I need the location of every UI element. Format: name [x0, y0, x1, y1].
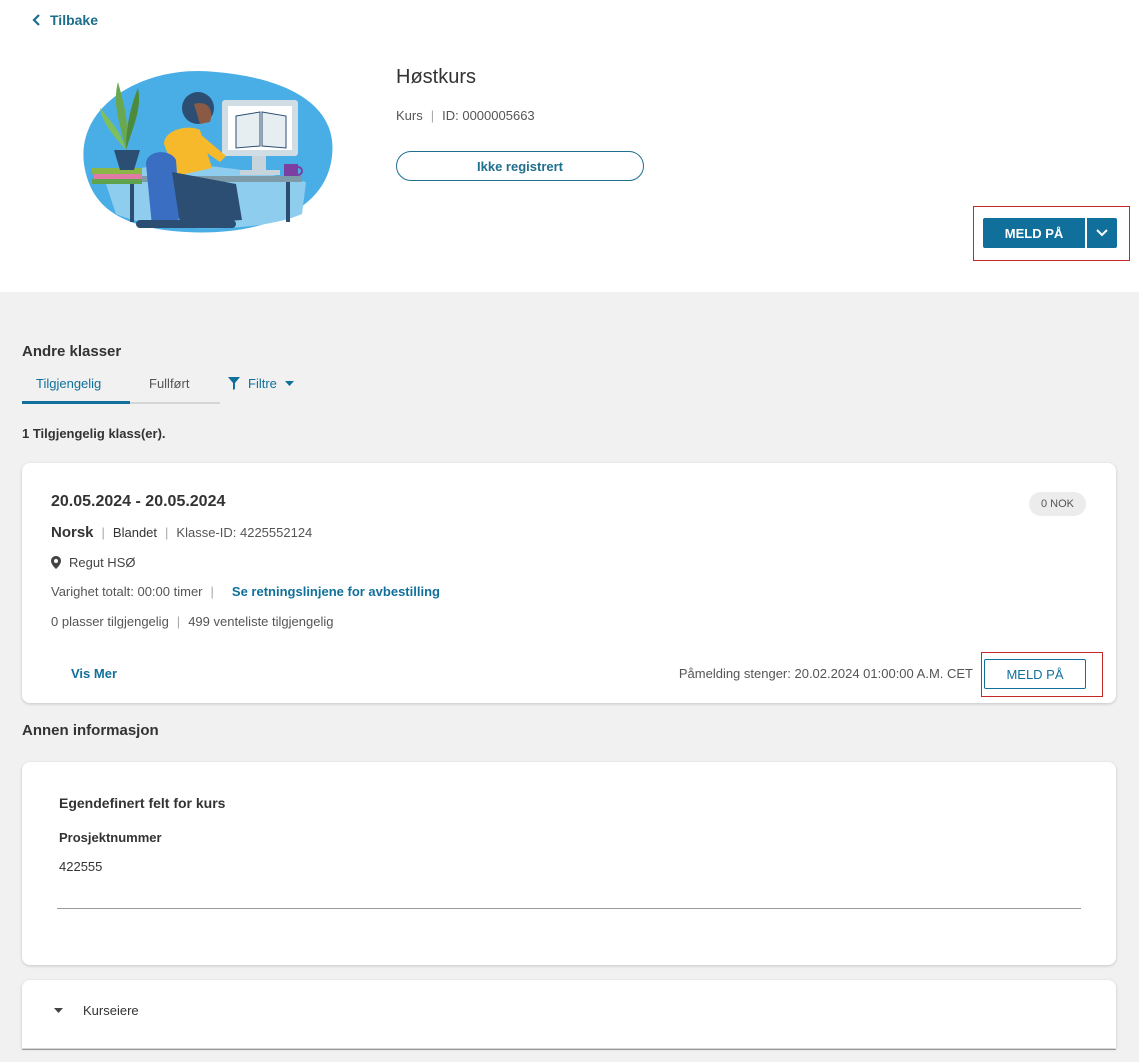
- custom-fields-card: Egendefinert felt for kurs Prosjektnumme…: [22, 762, 1116, 965]
- show-more-link[interactable]: Vis Mer: [71, 666, 117, 681]
- other-info-heading: Annen informasjon: [22, 722, 159, 739]
- class-tabs: Tilgjengelig Fullført: [22, 374, 220, 404]
- enroll-button[interactable]: MELD PÅ: [983, 218, 1085, 248]
- custom-field-title: Egendefinert felt for kurs: [59, 795, 226, 811]
- back-link[interactable]: Tilbake: [32, 12, 98, 28]
- class-duration-line: Varighet totalt: 00:00 timer | Se retnin…: [51, 584, 440, 599]
- meta-separator: |: [430, 108, 435, 123]
- registration-closing: Påmelding stenger: 20.02.2024 01:00:00 A…: [678, 666, 973, 681]
- course-owners-toggle[interactable]: Kurseiere: [54, 1003, 139, 1018]
- field-divider: [57, 908, 1081, 909]
- back-link-label: Tilbake: [50, 12, 98, 28]
- available-classes-count: 1 Tilgjengelig klass(er).: [22, 426, 166, 441]
- detail-separator: |: [165, 525, 169, 540]
- chevron-down-icon: [1096, 229, 1108, 237]
- chevron-left-icon: [32, 14, 40, 26]
- course-owners-section[interactable]: Kurseiere: [22, 980, 1116, 1048]
- filter-label: Filtre: [248, 376, 277, 391]
- class-location: Regut HSØ: [51, 555, 135, 570]
- enroll-split-button: MELD PÅ: [983, 218, 1117, 248]
- other-classes-heading: Andre klasser: [22, 343, 122, 360]
- filter-icon: [228, 377, 240, 390]
- location-name: Regut HSØ: [69, 555, 136, 570]
- highlight-box: [981, 652, 1103, 697]
- course-id: ID: 0000005663: [442, 108, 535, 123]
- price-badge: 0 NOK: [1028, 492, 1086, 516]
- class-format: Blandet: [112, 525, 158, 540]
- class-language: Norsk: [51, 524, 94, 541]
- caret-down-icon: [284, 380, 294, 386]
- class-duration: Varighet totalt: 00:00 timer: [51, 584, 203, 599]
- enroll-options-button[interactable]: [1087, 218, 1117, 248]
- class-id: Klasse-ID: 4225552124: [176, 525, 313, 540]
- cancellation-policy-link[interactable]: Se retningslinjene for avbestilling: [232, 584, 440, 599]
- seats-available: 0 plasser tilgjengelig: [51, 614, 169, 629]
- course-owners-label: Kurseiere: [83, 1003, 139, 1018]
- caret-down-icon: [54, 1007, 63, 1013]
- filter-dropdown[interactable]: Filtre: [228, 376, 294, 391]
- tab-completed[interactable]: Fullført: [149, 376, 189, 391]
- project-number-value: 422555: [59, 859, 103, 874]
- project-number-label: Prosjektnummer: [59, 830, 162, 845]
- course-title: Høstkurs: [396, 66, 476, 88]
- course-meta: Kurs | ID: 0000005663: [396, 108, 535, 123]
- active-tab-indicator: [22, 401, 130, 404]
- course-type: Kurs: [396, 108, 423, 123]
- detail-separator: |: [101, 525, 105, 540]
- location-pin-icon: [51, 556, 61, 569]
- class-details: Norsk | Blandet | Klasse-ID: 4225552124: [51, 524, 312, 541]
- bottom-divider: [22, 1049, 1116, 1050]
- course-header: Tilbake Høstkurs Kurs | ID: 0000005663 I…: [0, 0, 1139, 292]
- detail-separator: |: [176, 614, 181, 629]
- waitlist-available: 499 venteliste tilgjengelig: [188, 614, 334, 629]
- class-date-range: 20.05.2024 - 20.05.2024: [51, 493, 226, 510]
- registration-status-badge: Ikke registrert: [396, 151, 644, 181]
- course-illustration: [83, 70, 333, 233]
- detail-separator: |: [210, 584, 214, 599]
- class-availability: 0 plasser tilgjengelig | 499 venteliste …: [51, 614, 333, 629]
- class-card: 20.05.2024 - 20.05.2024 0 NOK Norsk | Bl…: [22, 463, 1116, 703]
- tab-available[interactable]: Tilgjengelig: [36, 376, 101, 391]
